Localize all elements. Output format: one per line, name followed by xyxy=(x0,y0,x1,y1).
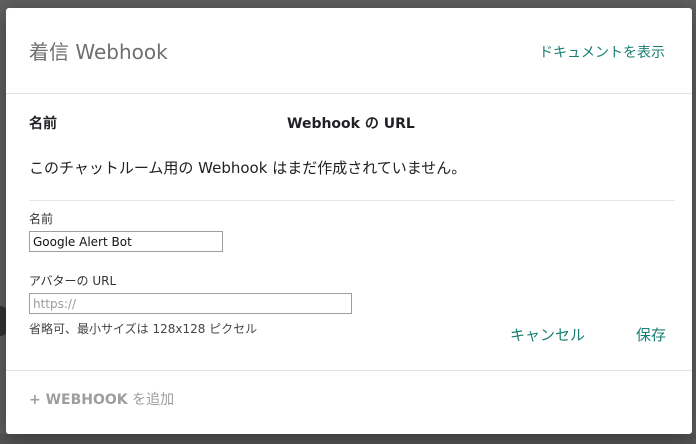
section-divider xyxy=(29,200,675,201)
add-webhook-label: WEBHOOK xyxy=(45,392,128,408)
footer-divider xyxy=(6,370,692,371)
add-webhook-suffix: を追加 xyxy=(127,392,175,408)
avatar-url-field-label: アバターの URL xyxy=(29,274,117,288)
avatar-size-hint: 省略可、最小サイズは 128x128 ピクセル xyxy=(29,322,258,336)
dialog-title: 着信 Webhook xyxy=(29,40,168,64)
background-strip xyxy=(0,434,696,444)
save-button[interactable]: 保存 xyxy=(636,324,666,345)
add-plus-icon: + xyxy=(29,392,46,408)
dialog-header: 着信 Webhook ドキュメントを表示 xyxy=(6,8,692,94)
name-field-label: 名前 xyxy=(29,212,54,226)
column-header-webhook-url: Webhook の URL xyxy=(287,116,415,132)
view-docs-link[interactable]: ドキュメントを表示 xyxy=(539,42,665,62)
name-input[interactable] xyxy=(29,231,223,252)
avatar-url-input[interactable] xyxy=(29,293,352,314)
column-header-name: 名前 xyxy=(29,116,57,132)
add-webhook-button[interactable]: + WEBHOOK を追加 xyxy=(29,389,174,409)
empty-state-message: このチャットルーム用の Webhook はまだ作成されていません。 xyxy=(29,159,467,177)
incoming-webhook-dialog: 着信 Webhook ドキュメントを表示 名前 Webhook の URL この… xyxy=(6,8,692,434)
cancel-button[interactable]: キャンセル xyxy=(510,324,585,345)
